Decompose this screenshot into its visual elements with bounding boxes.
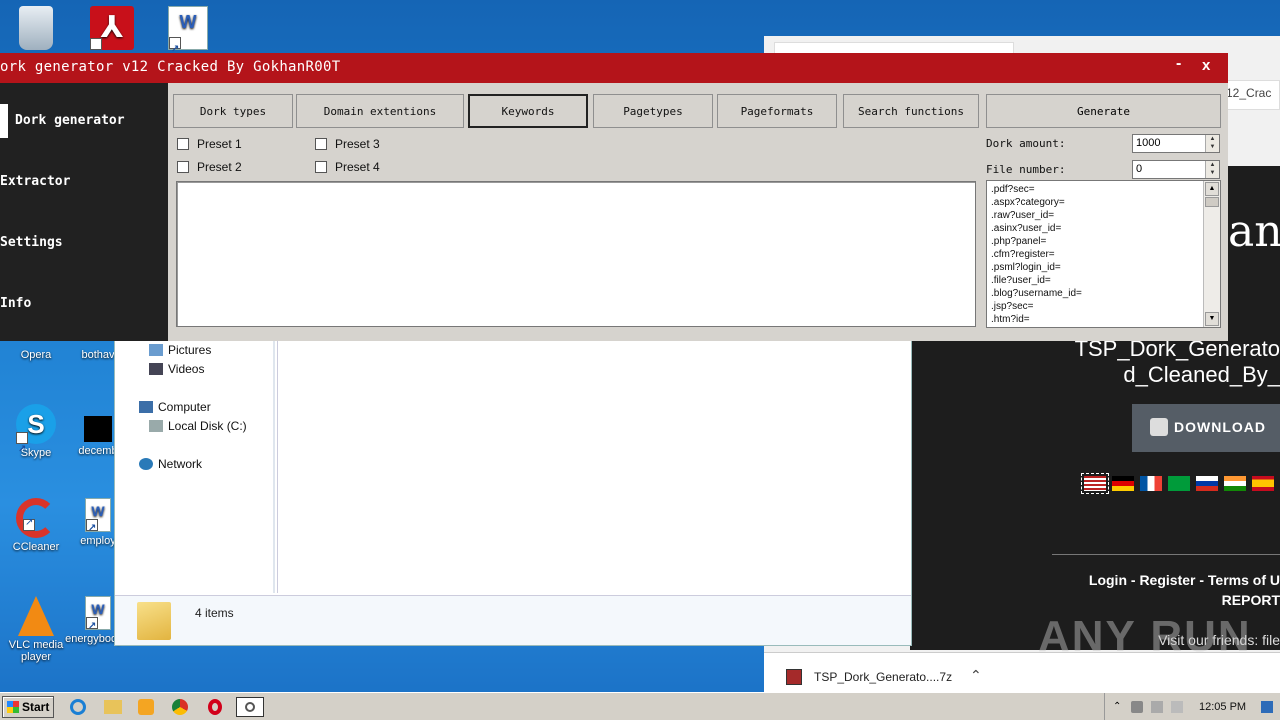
flag-es-icon[interactable] (1252, 476, 1274, 491)
sidebar-item-extractor[interactable]: Extractor (0, 174, 70, 189)
site-logo-fragment: an (1228, 206, 1280, 257)
sidebar-item-info[interactable]: Info (0, 296, 31, 311)
nav-pictures[interactable]: Pictures (149, 343, 211, 357)
extension-item[interactable]: .php?panel= (991, 235, 1082, 248)
flag-ru-icon[interactable] (1196, 476, 1218, 491)
extension-item[interactable]: .cfm?register= (991, 248, 1082, 261)
flag-de-icon[interactable] (1112, 476, 1134, 491)
pictures-icon (149, 344, 163, 356)
extension-item[interactable]: .asinx?user_id= (991, 222, 1082, 235)
title-bar[interactable]: ork generator v12 Cracked By GokhanR00T … (0, 53, 1228, 83)
stepper-up-icon: ▲ (1209, 162, 1216, 168)
extension-item[interactable]: .aspx?category= (991, 196, 1082, 209)
opera-taskbar-icon[interactable] (204, 697, 226, 717)
extension-item[interactable]: .raw?user_id= (991, 209, 1082, 222)
taskbar: Start ⌃ 12:05 PM (0, 692, 1280, 720)
preset-1-checkbox[interactable]: Preset 1 (177, 137, 242, 151)
scroll-thumb[interactable] (1205, 197, 1219, 207)
item-count: 4 items (195, 606, 234, 620)
computer-icon (139, 401, 153, 413)
flag-tray-icon[interactable] (1171, 701, 1183, 713)
preset-3-checkbox[interactable]: Preset 3 (315, 137, 380, 151)
extension-item[interactable]: .jsp?sec= (991, 300, 1082, 313)
clock[interactable]: 12:05 PM (1199, 701, 1246, 713)
network-tray-icon[interactable] (1151, 701, 1163, 713)
flag-in-icon[interactable] (1224, 476, 1246, 491)
volume-icon[interactable] (1131, 701, 1143, 713)
nav-network[interactable]: Network (139, 457, 202, 471)
extension-item[interactable]: .psml?login_id= (991, 261, 1082, 274)
tray-expand-icon[interactable]: ⌃ (1113, 701, 1125, 713)
tab-pagetypes[interactable]: Pagetypes (593, 94, 713, 128)
media-player-icon[interactable] (136, 697, 158, 717)
flag-br-icon[interactable] (1168, 476, 1190, 491)
ie-icon[interactable] (68, 697, 90, 717)
explorer-details-pane: 4 items (115, 595, 911, 645)
extension-item[interactable]: .pdf?sec= (991, 183, 1082, 196)
show-desktop-icon[interactable] (1261, 701, 1273, 713)
extension-item[interactable]: .htm?id= (991, 313, 1082, 326)
close-button[interactable]: x (1202, 57, 1210, 74)
stepper-down-icon: ▼ (1209, 170, 1216, 176)
flag-fr-icon[interactable] (1140, 476, 1162, 491)
stepper-up-icon: ▲ (1209, 136, 1216, 142)
tab-pageformats[interactable]: Pageformats (717, 94, 837, 128)
tab-domain-extentions[interactable]: Domain extentions (296, 94, 464, 128)
archive-icon (786, 669, 802, 685)
download-item[interactable]: TSP_Dork_Generato....7z (814, 670, 952, 684)
file-number-label: File number: (986, 163, 1066, 176)
dork-amount-stepper[interactable]: 1000 ▲ ▼ (1132, 134, 1220, 153)
browser-download-bar: TSP_Dork_Generato....7z ⌃ (764, 652, 1280, 692)
network-icon (139, 458, 153, 470)
explorer-icon[interactable] (102, 697, 124, 717)
extensions-list[interactable]: .pdf?sec= .aspx?category= .raw?user_id= .as… (986, 180, 1221, 328)
tab-keywords[interactable]: Keywords (468, 94, 588, 128)
tab-dork-types[interactable]: Dork types (173, 94, 293, 128)
nav-videos[interactable]: Videos (149, 362, 204, 376)
word-doc-icon[interactable]: W (152, 6, 224, 65)
dork-generator-window: ork generator v12 Cracked By GokhanR00T … (0, 53, 1228, 341)
nav-local-disk[interactable]: Local Disk (C:) (149, 419, 247, 433)
divider (1052, 554, 1280, 555)
sidebar: Dork generator Extractor Settings Info (0, 83, 168, 341)
extensions-scrollbar[interactable]: ▲ ▼ (1203, 181, 1220, 327)
stepper-down-icon: ▼ (1209, 144, 1216, 150)
file-number-stepper[interactable]: 0 ▲ ▼ (1132, 160, 1220, 179)
download-button[interactable]: DOWNLOAD (1132, 404, 1280, 452)
tab-search-functions[interactable]: Search functions (843, 94, 979, 128)
file-title: TSP_Dork_Generato d_Cleaned_By_ (1074, 336, 1280, 387)
scroll-down-icon[interactable]: ▼ (1205, 312, 1219, 326)
window-title: ork generator v12 Cracked By GokhanR00T (0, 59, 341, 75)
sidebar-item-dork-generator[interactable]: Dork generator (0, 104, 125, 138)
minimize-button[interactable]: - (1176, 55, 1181, 73)
extension-item[interactable]: .file?user_id= (991, 274, 1082, 287)
disk-icon (149, 420, 163, 432)
dork-generator-taskbar-icon[interactable] (236, 697, 264, 717)
system-tray: ⌃ 12:05 PM (1104, 693, 1280, 720)
login-links[interactable]: Login - Register - Terms of U REPORT (1050, 570, 1280, 610)
explorer-content (277, 331, 909, 593)
acrobat-icon[interactable]: ⅄ (76, 6, 148, 80)
folder-icon (137, 602, 171, 640)
sidebar-item-settings[interactable]: Settings (0, 235, 63, 250)
download-icon (1150, 418, 1168, 436)
windows-logo-icon (7, 701, 19, 713)
generate-button[interactable]: Generate (986, 94, 1221, 128)
videos-icon (149, 363, 163, 375)
start-button[interactable]: Start (2, 696, 54, 718)
scroll-up-icon[interactable]: ▲ (1205, 182, 1219, 196)
language-flags (1081, 473, 1274, 494)
chevron-up-icon[interactable]: ⌃ (970, 667, 982, 684)
nav-computer[interactable]: Computer (139, 400, 211, 414)
preset-4-checkbox[interactable]: Preset 4 (315, 160, 380, 174)
extension-item[interactable]: .blog?username_id= (991, 287, 1082, 300)
explorer-window: Pictures Videos Computer Local Disk (C:)… (114, 330, 912, 646)
keywords-textarea[interactable] (176, 181, 976, 327)
dork-amount-label: Dork amount: (986, 137, 1066, 150)
explorer-nav-pane: Pictures Videos Computer Local Disk (C:)… (115, 331, 275, 593)
preset-2-checkbox[interactable]: Preset 2 (177, 160, 242, 174)
recycle-bin-icon[interactable] (0, 6, 72, 53)
chrome-icon[interactable] (170, 697, 192, 717)
flag-us-icon[interactable] (1081, 473, 1109, 494)
